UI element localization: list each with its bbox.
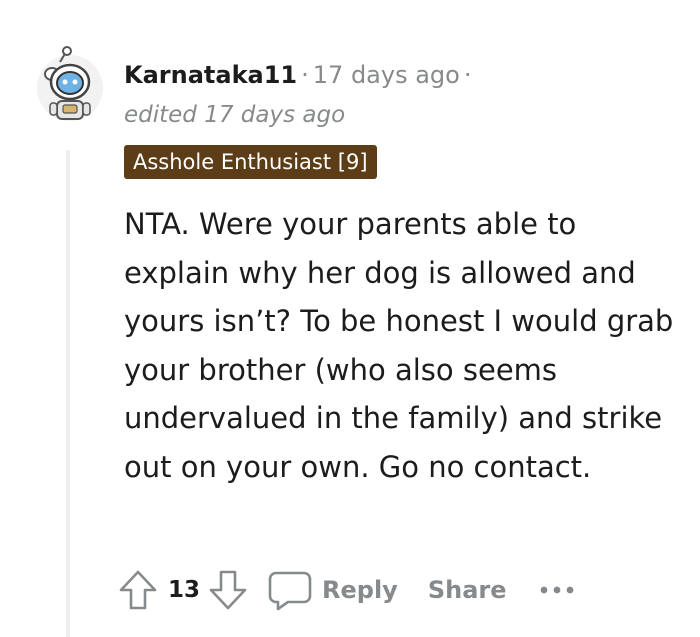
comment-body: NTA. Were your parents able to explain w…	[124, 207, 674, 484]
more-options-button[interactable]	[539, 584, 575, 596]
meta-separator: ·	[301, 61, 309, 89]
reply-label: Reply	[322, 576, 398, 604]
meta-separator-trailing: ·	[463, 61, 472, 89]
comment-meta: Karnataka11 · 17 days ago ·	[124, 58, 476, 92]
vote-count: 13	[168, 577, 201, 603]
comment-timestamp[interactable]: 17 days ago	[313, 61, 460, 89]
avatar[interactable]	[36, 46, 104, 126]
upvote-button[interactable]	[118, 569, 158, 611]
author-name[interactable]: Karnataka11	[124, 61, 297, 89]
downvote-arrow-icon	[209, 570, 247, 610]
downvote-button[interactable]	[208, 569, 248, 611]
upvote-arrow-icon	[119, 570, 157, 610]
share-button[interactable]: Share	[428, 576, 507, 604]
comment-actions: 13 Reply Share	[118, 566, 575, 614]
reply-button[interactable]: Reply	[268, 569, 398, 611]
snoo-astronaut-icon	[37, 46, 103, 121]
user-flair: Asshole Enthusiast [9]	[124, 145, 377, 179]
edited-label: edited 17 days ago	[124, 102, 346, 128]
thread-line[interactable]	[66, 150, 70, 637]
speech-bubble-icon	[268, 571, 312, 611]
ellipsis-icon	[540, 586, 573, 594]
